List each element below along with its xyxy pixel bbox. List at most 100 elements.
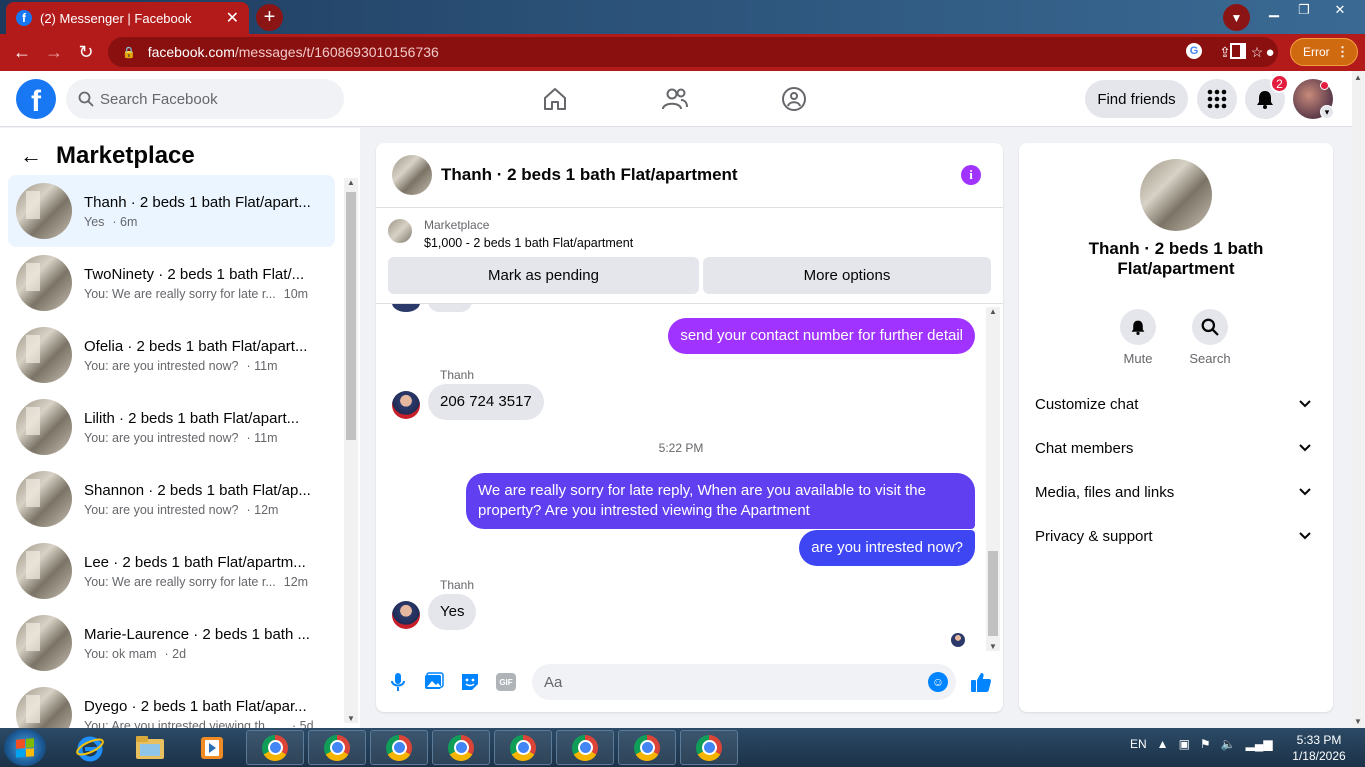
find-friends-button[interactable]: Find friends [1085, 80, 1188, 118]
chrome-window-button[interactable] [432, 730, 490, 765]
browser-profile-icon[interactable]: ● [1260, 42, 1280, 62]
facebook-logo-icon[interactable]: f [16, 79, 56, 119]
network-signal-icon[interactable]: ▂▄▆ [1246, 737, 1273, 751]
message-input[interactable] [544, 673, 924, 691]
conversation-item[interactable]: Thanh · 2 beds 1 bath Flat/apart... Yes · … [8, 175, 335, 247]
chrome-window-button[interactable] [308, 730, 366, 765]
chevron-down-icon[interactable]: ▾ [1320, 105, 1334, 119]
home-icon[interactable] [541, 85, 569, 113]
chrome-window-button[interactable] [246, 730, 304, 765]
listing-thumbnail[interactable] [388, 219, 412, 243]
maximize-window-button[interactable]: ❐ [1288, 0, 1320, 20]
device-icon[interactable]: ▣ [1179, 737, 1190, 751]
mute-button[interactable]: Mute [1108, 309, 1168, 366]
scrollbar-thumb[interactable] [346, 192, 356, 440]
conversation-item[interactable]: Ofelia · 2 beds 1 bath Flat/apart... You:… [8, 319, 335, 391]
language-indicator[interactable]: EN [1130, 737, 1147, 751]
message-bubble-incoming[interactable]: Yes [428, 594, 477, 630]
conversation-item[interactable]: Shannon · 2 beds 1 bath Flat/ap... You: a… [8, 463, 335, 535]
show-hidden-icons-icon[interactable]: ▲ [1157, 737, 1169, 751]
chrome-window-button[interactable] [556, 730, 614, 765]
google-icon[interactable]: G [1186, 43, 1202, 59]
info-icon[interactable]: i [961, 165, 981, 185]
conversation-list-scrollbar[interactable]: ▲ ▼ [344, 178, 358, 723]
message-bubble-outgoing[interactable]: are you intrested now? [799, 530, 975, 566]
reload-icon[interactable]: ↻ [74, 40, 98, 64]
media-files-links-row[interactable]: Media, files and links [1027, 472, 1325, 512]
tab-search-chevron-icon[interactable]: ▼ [1223, 4, 1250, 31]
sticker-icon[interactable] [459, 671, 481, 693]
scroll-down-icon[interactable]: ▼ [989, 642, 997, 651]
message-input-box[interactable]: ☺ [532, 664, 956, 700]
conversation-name[interactable]: Thanh · 2 beds 1 bath Flat/apartment [1059, 239, 1293, 279]
scroll-down-icon[interactable]: ▼ [1354, 717, 1362, 726]
friends-icon[interactable] [661, 85, 689, 113]
lock-icon[interactable]: 🔒 [122, 46, 136, 59]
conversation-avatar[interactable] [1140, 159, 1212, 231]
volume-icon[interactable]: 🔈 [1221, 737, 1236, 751]
search-in-conversation-button[interactable]: Search [1180, 309, 1240, 366]
chrome-window-button[interactable] [618, 730, 676, 765]
message-bubble-incoming[interactable]: 206 724 3517 [428, 384, 544, 420]
system-clock[interactable]: 5:33 PM 1/18/2026 [1284, 732, 1354, 764]
notification-badge: 2 [1270, 74, 1289, 93]
close-tab-icon[interactable]: ✕ [226, 8, 239, 28]
chat-title[interactable]: Thanh · 2 beds 1 bath Flat/apartment [441, 165, 738, 185]
internet-explorer-icon[interactable] [68, 730, 112, 765]
media-player-icon[interactable] [190, 730, 234, 765]
listing-detail[interactable]: $1,000 - 2 beds 1 bath Flat/apartment [424, 236, 633, 250]
microphone-icon[interactable] [387, 671, 409, 693]
sender-avatar[interactable] [392, 391, 420, 419]
gif-icon[interactable]: GIF [495, 671, 517, 693]
facebook-search[interactable] [66, 79, 344, 119]
forward-arrow-icon[interactable]: → [42, 40, 66, 64]
sender-avatar[interactable] [392, 601, 420, 629]
address-bar[interactable]: 🔒 facebook.com/messages/t/16086930101567… [108, 37, 1278, 67]
message-thread-scrollbar[interactable]: ▲ ▼ [986, 307, 1000, 651]
conversation-item[interactable]: TwoNinety · 2 beds 1 bath Flat/... You: W… [8, 247, 335, 319]
scroll-up-icon[interactable]: ▲ [1354, 73, 1362, 82]
conversation-name: TwoNinety · 2 beds 1 bath Flat/... [84, 265, 305, 283]
photo-attach-icon[interactable] [423, 671, 445, 693]
conversation-item[interactable]: Lilith · 2 beds 1 bath Flat/apart... You:… [8, 391, 335, 463]
error-button[interactable]: Error ⋮ [1290, 38, 1358, 66]
close-window-button[interactable]: ✕ [1320, 0, 1360, 20]
chat-members-row[interactable]: Chat members [1027, 428, 1325, 468]
conversation-item[interactable]: Lee · 2 beds 1 bath Flat/apartm... You: W… [8, 535, 335, 607]
scrollbar-thumb[interactable] [988, 551, 998, 636]
browser-tab-active[interactable]: f (2) Messenger | Facebook ✕ [6, 2, 249, 34]
message-thread[interactable]: send your contact number for further det… [376, 304, 986, 654]
page-scrollbar[interactable]: ▲ ▼ [1352, 71, 1365, 728]
chat-avatar[interactable] [392, 155, 432, 195]
back-arrow-icon[interactable]: ← [10, 40, 34, 64]
customize-chat-row[interactable]: Customize chat [1027, 384, 1325, 424]
new-tab-button[interactable]: + [256, 4, 283, 31]
conversation-item[interactable]: Marie-Laurence · 2 beds 1 bath ... You: o… [8, 607, 335, 679]
url-path: /messages/t/1608693010156736 [234, 44, 439, 60]
emoji-icon[interactable]: ☺ [928, 672, 948, 692]
conversation-item[interactable]: Dyego · 2 beds 1 bath Flat/apar... You: A… [8, 679, 335, 728]
chrome-window-button[interactable] [680, 730, 738, 765]
file-explorer-icon[interactable] [128, 730, 172, 765]
chrome-window-button[interactable] [370, 730, 428, 765]
more-options-button[interactable]: More options [703, 257, 991, 294]
menu-grid-icon[interactable] [1197, 79, 1237, 119]
groups-icon[interactable] [780, 85, 808, 113]
back-arrow-icon[interactable]: ← [20, 143, 42, 169]
chrome-window-button[interactable] [494, 730, 552, 765]
minimize-window-button[interactable]: ▁ [1258, 0, 1290, 20]
side-panel-icon[interactable] [1230, 43, 1246, 59]
start-button[interactable] [4, 729, 46, 766]
scroll-up-icon[interactable]: ▲ [989, 307, 997, 316]
scroll-up-icon[interactable]: ▲ [347, 178, 355, 187]
thumbs-up-icon[interactable] [969, 670, 993, 694]
clock-time: 5:33 PM [1296, 733, 1342, 747]
facebook-search-input[interactable] [100, 90, 330, 108]
message-bubble-outgoing[interactable]: We are really sorry for late reply, When… [466, 473, 975, 529]
mark-as-pending-button[interactable]: Mark as pending [388, 257, 699, 294]
message-bubble-outgoing[interactable]: send your contact number for further det… [668, 318, 975, 354]
action-center-flag-icon[interactable]: ⚑ [1200, 737, 1211, 751]
scroll-down-icon[interactable]: ▼ [347, 714, 355, 723]
privacy-support-row[interactable]: Privacy & support [1027, 516, 1325, 556]
url-host: facebook.com [147, 44, 235, 60]
